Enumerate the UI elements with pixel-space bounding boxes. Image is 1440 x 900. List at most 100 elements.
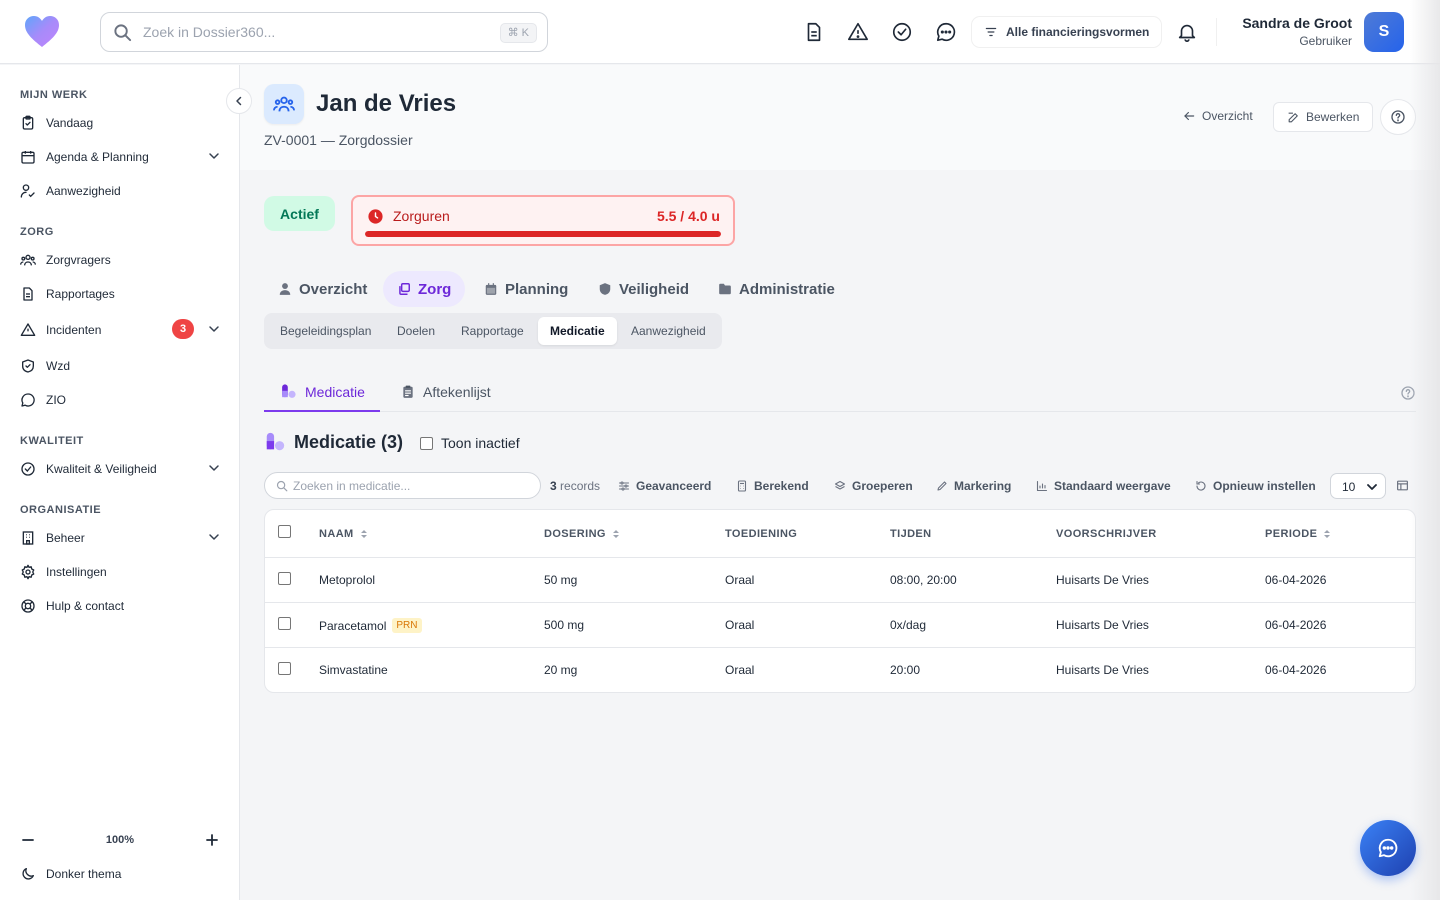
column-header-naam[interactable]: NAAM	[319, 528, 368, 540]
tab-zorg[interactable]: Zorg	[383, 271, 466, 307]
subtab-rapportage[interactable]: Rapportage	[449, 317, 536, 345]
cell-naam: Metoprolol	[319, 573, 376, 587]
table-row[interactable]: Metoprolol 50 mg Oraal 08:00, 20:00 Huis…	[265, 558, 1415, 603]
clock-icon	[367, 208, 384, 225]
subtab-doelen[interactable]: Doelen	[385, 317, 447, 345]
group-button[interactable]: Groeperen	[834, 479, 913, 493]
inner-tab-medicatie[interactable]: Medicatie	[264, 373, 380, 412]
folder-icon	[718, 282, 732, 296]
show-inactive-toggle[interactable]: Toon inactief	[420, 435, 520, 451]
chevron-down-icon[interactable]	[208, 531, 220, 543]
table-header-row: NAAM DOSERING TOEDIENING TIJDEN VOORSCHR…	[265, 510, 1415, 558]
sidebar-item-agenda[interactable]: Agenda & Planning	[20, 145, 220, 169]
global-search-input[interactable]: Zoek in Dossier360... ⌘ K	[100, 12, 548, 52]
table-row[interactable]: Simvastatine 20 mg Oraal 20:00 Huisarts …	[265, 648, 1415, 692]
sidebar-item-rapportages[interactable]: Rapportages	[20, 282, 220, 306]
clipboard-icon	[401, 385, 415, 399]
table-row[interactable]: Paracetamol PRN 500 mg Oraal 0x/dag Huisa…	[265, 603, 1415, 648]
sidebar-item-instellingen[interactable]: Instellingen	[20, 560, 220, 584]
sidebar-item-aanwezigheid[interactable]: Aanwezigheid	[20, 179, 220, 203]
chevron-down-icon[interactable]	[208, 462, 220, 474]
sidebar-item-hulp[interactable]: Hulp & contact	[20, 594, 220, 618]
sidebar-item-label: Aanwezigheid	[46, 184, 121, 198]
heart-logo-icon[interactable]	[24, 15, 60, 49]
tab-label: Administratie	[739, 280, 835, 298]
cell-periode: 06-04-2026	[1265, 663, 1327, 677]
dark-theme-toggle[interactable]: Donker thema	[20, 866, 121, 882]
sidebar-collapse-button[interactable]	[226, 88, 252, 114]
help-icon	[1390, 109, 1406, 125]
tab-veiligheid[interactable]: Veiligheid	[584, 271, 703, 307]
inner-tab-aftekenlijst[interactable]: Aftekenlijst	[385, 373, 507, 411]
tab-label: Zorg	[418, 280, 452, 298]
layers-icon	[397, 282, 411, 296]
column-header-tijden: TIJDEN	[890, 528, 932, 540]
cell-tijden: 20:00	[890, 663, 921, 677]
subtab-aanwezigheid[interactable]: Aanwezigheid	[619, 317, 718, 345]
default-view-button[interactable]: Standaard weergave	[1036, 479, 1171, 493]
column-header-periode[interactable]: PERIODE	[1265, 528, 1331, 540]
tab-administratie[interactable]: Administratie	[704, 271, 849, 307]
sidebar-item-kwaliteit[interactable]: Kwaliteit & Veiligheid	[20, 457, 220, 481]
reset-button[interactable]: Opnieuw instellen	[1195, 479, 1316, 493]
avatar[interactable]: S	[1364, 12, 1404, 52]
edit-button[interactable]: Bewerken	[1273, 102, 1374, 132]
sidebar-item-zio[interactable]: ZIO	[20, 388, 220, 412]
chevron-down-icon[interactable]	[208, 150, 220, 162]
tab-label: Veiligheid	[619, 280, 690, 298]
top-bar: Zoek in Dossier360... ⌘ K Alle financier…	[0, 0, 1440, 64]
chat-icon	[1377, 837, 1399, 859]
incident-count-badge: 3	[172, 319, 194, 339]
row-checkbox[interactable]	[278, 662, 291, 675]
zoom-in-icon[interactable]	[204, 832, 220, 848]
page-title: Jan de Vries	[316, 90, 457, 117]
dark-theme-label: Donker thema	[46, 867, 122, 881]
row-checkbox[interactable]	[278, 572, 291, 585]
bell-icon[interactable]	[1176, 21, 1198, 43]
sidebar-section-title: MIJN WERK	[20, 89, 88, 101]
tab-overzicht[interactable]: Overzicht	[264, 271, 381, 307]
sidebar-item-zorgvragers[interactable]: Zorgvragers	[20, 248, 220, 272]
subtab-begeleidingsplan[interactable]: Begeleidingsplan	[268, 317, 383, 345]
columns-icon[interactable]	[1396, 479, 1409, 492]
computed-label: Berekend	[754, 479, 809, 493]
sliders-icon	[618, 480, 630, 492]
sidebar-item-label: Incidenten	[46, 323, 102, 337]
tab-planning[interactable]: Planning	[470, 271, 582, 307]
search-icon	[276, 480, 288, 492]
chat-fab-button[interactable]	[1360, 820, 1416, 876]
shield-icon	[598, 282, 612, 296]
medication-search-input[interactable]: Zoeken in medicatie...	[264, 472, 541, 499]
document-icon[interactable]	[803, 21, 825, 43]
per-page-select[interactable]: 10	[1330, 473, 1386, 499]
computed-button[interactable]: Berekend	[736, 479, 809, 493]
chart-icon	[1036, 480, 1048, 492]
inner-tab-bar: Medicatie Aftekenlijst	[264, 373, 1416, 412]
warning-icon[interactable]	[847, 21, 869, 43]
sort-icon	[360, 529, 368, 539]
column-header-dosering[interactable]: DOSERING	[544, 528, 620, 540]
sidebar-item-wzd[interactable]: Wzd	[20, 354, 220, 378]
arrow-left-icon	[1182, 109, 1196, 123]
zorguren-label: Zorguren	[393, 208, 450, 224]
row-checkbox[interactable]	[278, 617, 291, 630]
subtab-medicatie[interactable]: Medicatie	[538, 317, 617, 345]
sidebar-item-incidenten[interactable]: Incidenten 3	[20, 318, 220, 342]
chevron-down-icon[interactable]	[208, 323, 220, 335]
chat-icon[interactable]	[935, 21, 957, 43]
back-to-overview-link[interactable]: Overzicht	[1182, 109, 1253, 123]
sidebar-item-label: Hulp & contact	[46, 599, 125, 613]
show-inactive-label: Toon inactief	[441, 435, 520, 451]
show-inactive-checkbox[interactable]	[420, 436, 433, 450]
financing-filter-button[interactable]: Alle financieringsvormen	[972, 17, 1162, 47]
cell-tijden: 08:00, 20:00	[890, 573, 957, 587]
column-header-label: DOSERING	[544, 528, 606, 540]
marking-button[interactable]: Markering	[936, 479, 1011, 493]
cell-voorschrijver: Huisarts De Vries	[1056, 573, 1149, 587]
select-all-checkbox[interactable]	[278, 525, 291, 538]
sidebar-item-vandaag[interactable]: Vandaag	[20, 111, 220, 135]
check-circle-icon[interactable]	[891, 21, 913, 43]
sidebar-item-beheer[interactable]: Beheer	[20, 526, 220, 550]
advanced-filter-button[interactable]: Geavanceerd	[618, 479, 711, 493]
page-subtitle: ZV-0001 — Zorgdossier	[264, 132, 413, 148]
